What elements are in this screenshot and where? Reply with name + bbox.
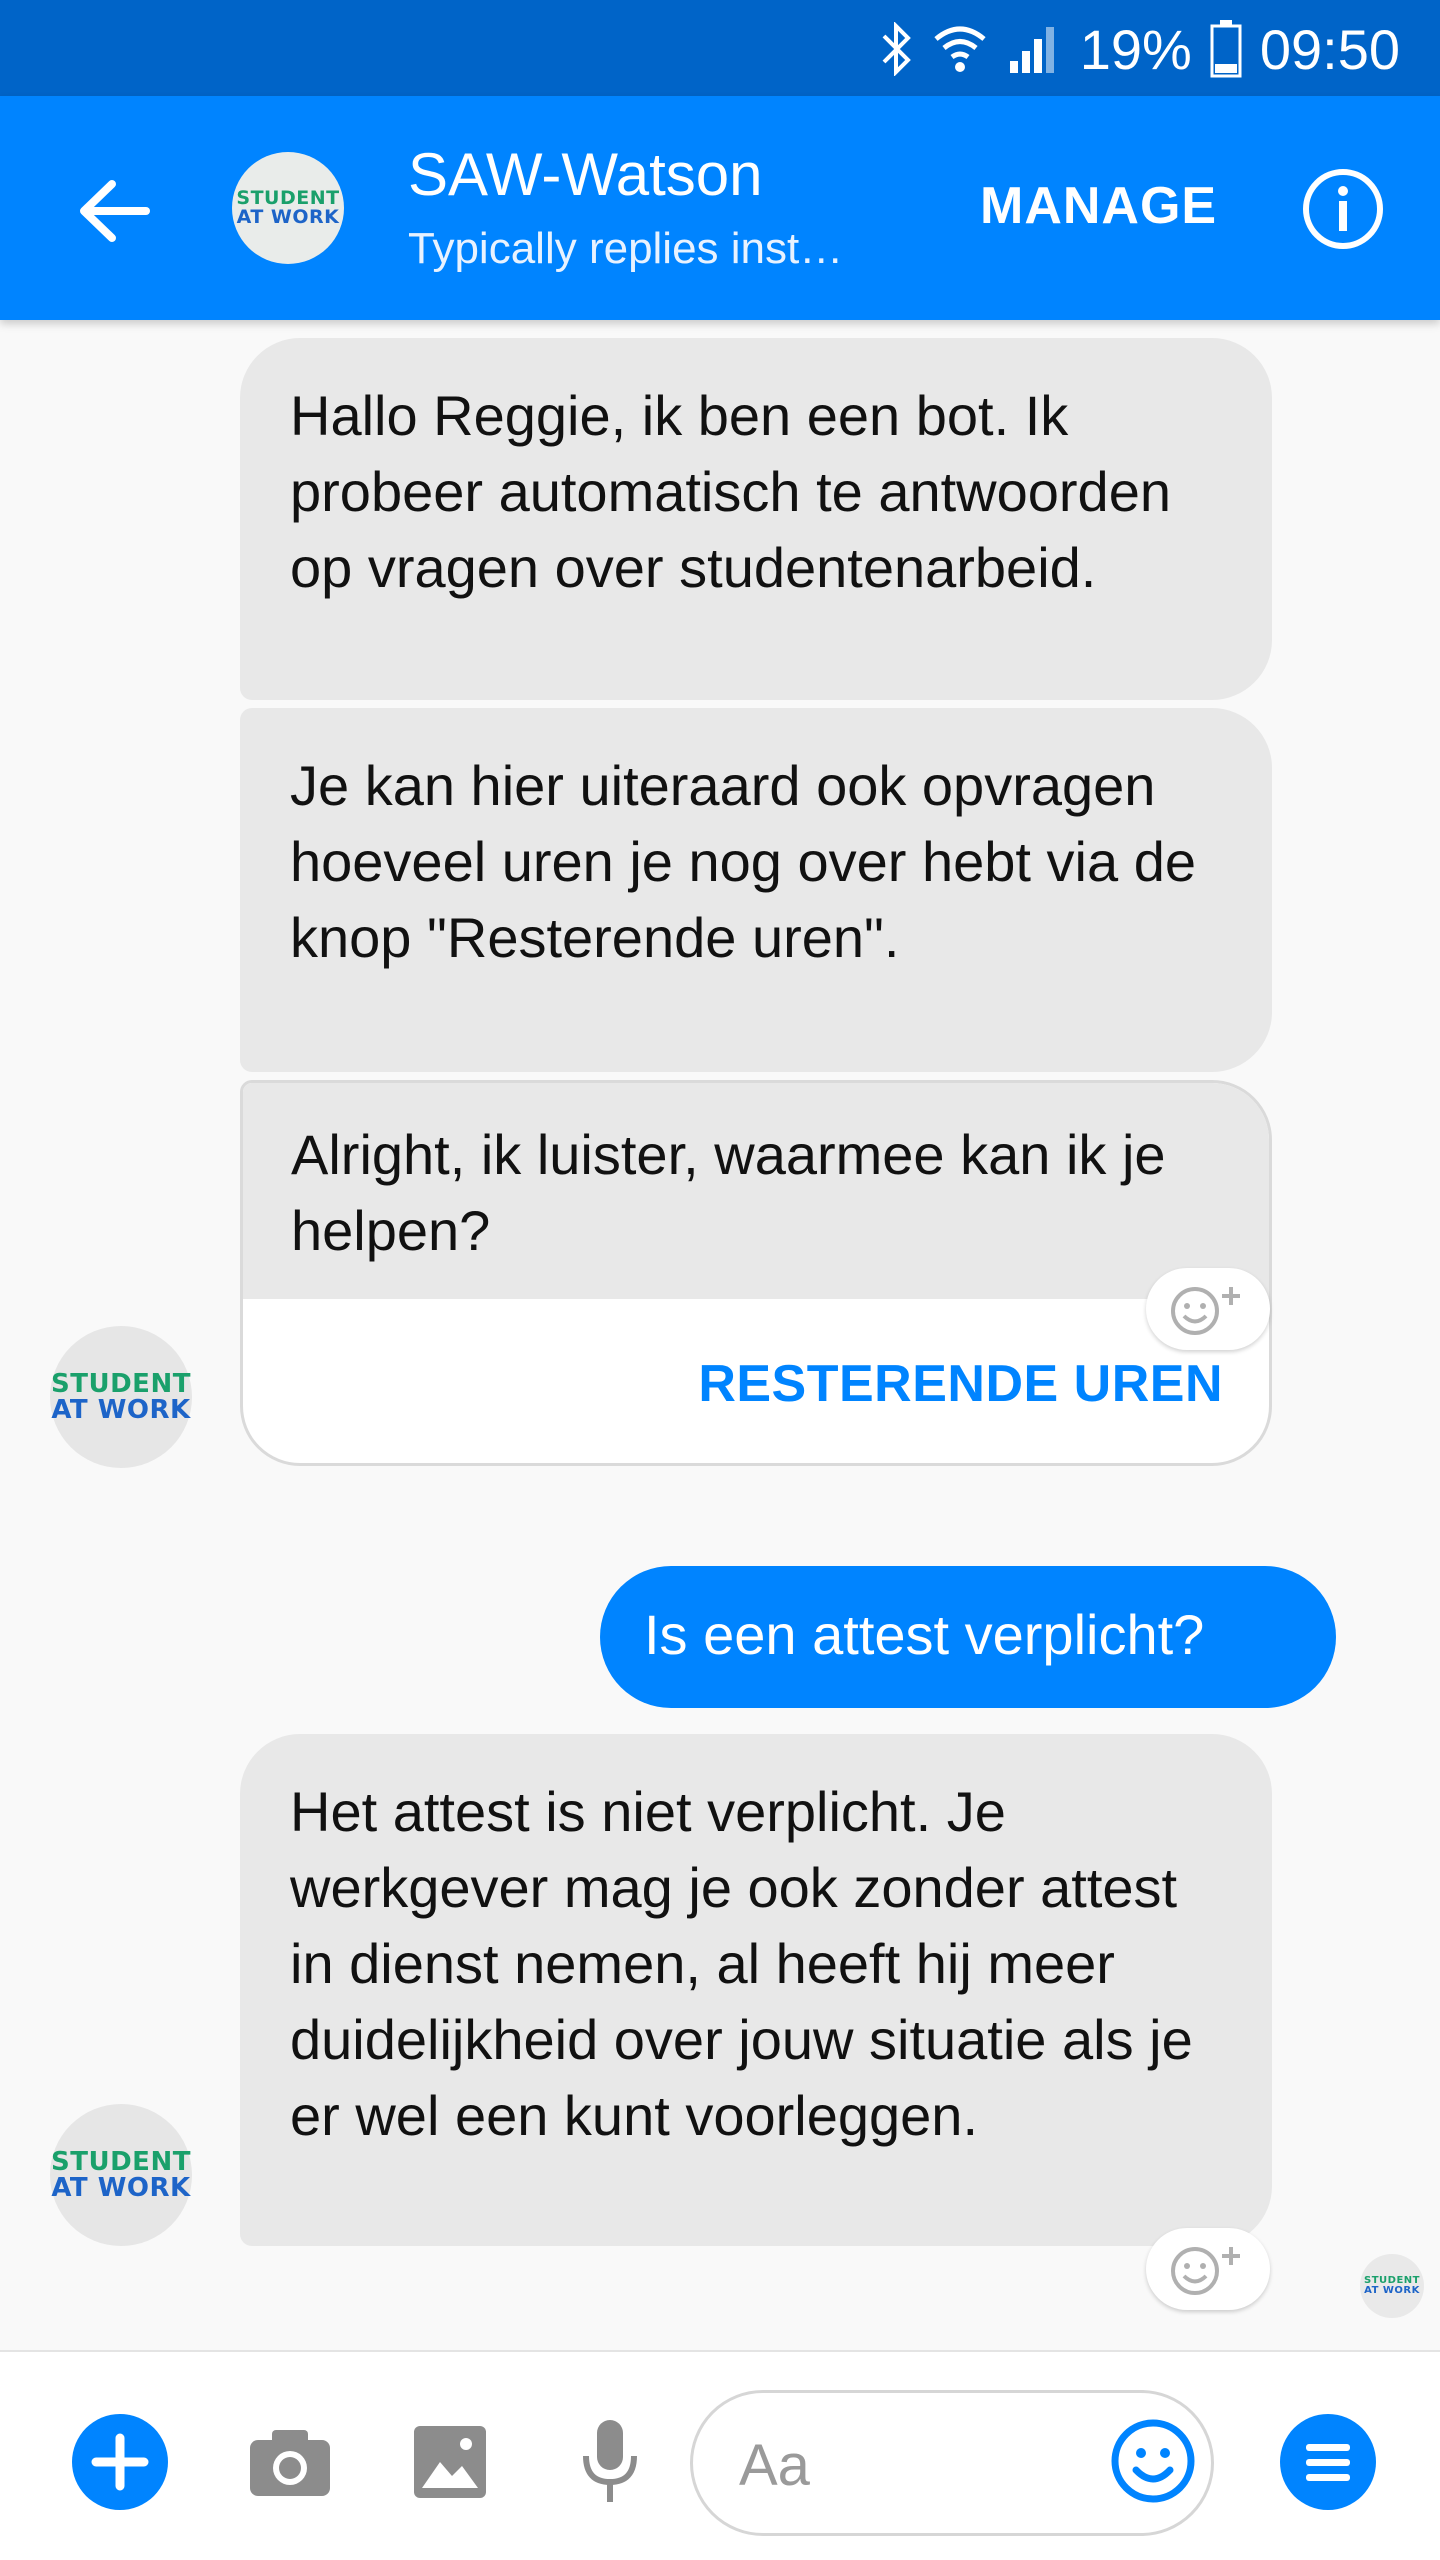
message-input[interactable] bbox=[739, 2423, 1069, 2507]
clock: 09:50 bbox=[1259, 17, 1400, 81]
camera-icon bbox=[250, 2430, 330, 2496]
microphone-icon bbox=[583, 2420, 637, 2502]
message-bubble-outgoing: Is een attest verplicht? bbox=[600, 1566, 1336, 1708]
emoji-button[interactable] bbox=[1100, 2408, 1206, 2514]
status-icons: 19% 09:50 bbox=[878, 14, 1400, 84]
avatar[interactable]: STUDENT AT WORK bbox=[232, 152, 344, 264]
bot-avatar[interactable]: STUDENT AT WORK bbox=[50, 1326, 192, 1468]
logo-line-2: AT WORK bbox=[236, 206, 340, 228]
message-composer bbox=[0, 2350, 1440, 2560]
status-bar: 19% 09:50 bbox=[0, 0, 1440, 96]
conversation-header: STUDENT AT WORK SAW-Watson Typically rep… bbox=[0, 96, 1440, 320]
logo-line-2: AT WORK bbox=[51, 2173, 191, 2203]
add-reaction-icon bbox=[1171, 2247, 1240, 2295]
message-bubble-incoming: Je kan hier uiteraard ook opvragen hoeve… bbox=[240, 708, 1272, 1072]
bot-avatar[interactable]: STUDENT AT WORK bbox=[50, 2104, 192, 2246]
back-arrow-icon[interactable] bbox=[70, 166, 160, 256]
camera-button[interactable] bbox=[240, 2412, 340, 2512]
conversation-title[interactable]: SAW-Watson bbox=[408, 140, 763, 209]
logo-line-1: STUDENT bbox=[51, 2147, 191, 2177]
read-receipt-avatar: STUDENT AT WORK bbox=[1360, 2254, 1424, 2318]
menu-icon bbox=[1280, 2414, 1376, 2510]
add-reaction-button[interactable] bbox=[1146, 1268, 1270, 1350]
wifi-icon bbox=[934, 26, 986, 72]
logo-line-1: STUDENT bbox=[51, 1369, 191, 1399]
add-reaction-button[interactable] bbox=[1146, 2228, 1270, 2310]
resterende-uren-button[interactable]: RESTERENDE UREN bbox=[243, 1299, 1269, 1463]
logo-line-2: AT WORK bbox=[1364, 2285, 1420, 2296]
plus-icon bbox=[72, 2414, 168, 2510]
signal-icon bbox=[1009, 27, 1054, 73]
gallery-button[interactable] bbox=[400, 2412, 500, 2512]
battery-icon bbox=[1210, 20, 1242, 78]
message-bubble-incoming: Hallo Reggie, ik ben een bot. Ik probeer… bbox=[240, 338, 1272, 700]
menu-button[interactable] bbox=[1278, 2412, 1378, 2512]
info-icon[interactable] bbox=[1300, 166, 1386, 252]
logo-line-2: AT WORK bbox=[51, 1395, 191, 1425]
manage-button[interactable]: MANAGE bbox=[980, 176, 1217, 236]
more-actions-button[interactable] bbox=[70, 2412, 170, 2512]
message-card-text: Alright, ik luister, waarmee kan ik je h… bbox=[243, 1083, 1269, 1299]
add-reaction-icon bbox=[1171, 1287, 1240, 1335]
conversation-subtitle: Typically replies inst… bbox=[408, 224, 844, 273]
microphone-button[interactable] bbox=[560, 2412, 660, 2512]
image-icon bbox=[414, 2426, 486, 2498]
message-card-with-button: Alright, ik luister, waarmee kan ik je h… bbox=[240, 1080, 1272, 1466]
battery-percentage: 19% bbox=[1079, 17, 1192, 81]
message-bubble-incoming: Het attest is niet verplicht. Je werkgev… bbox=[240, 1734, 1272, 2246]
emoji-icon bbox=[1111, 2419, 1195, 2503]
bluetooth-icon bbox=[882, 22, 911, 76]
